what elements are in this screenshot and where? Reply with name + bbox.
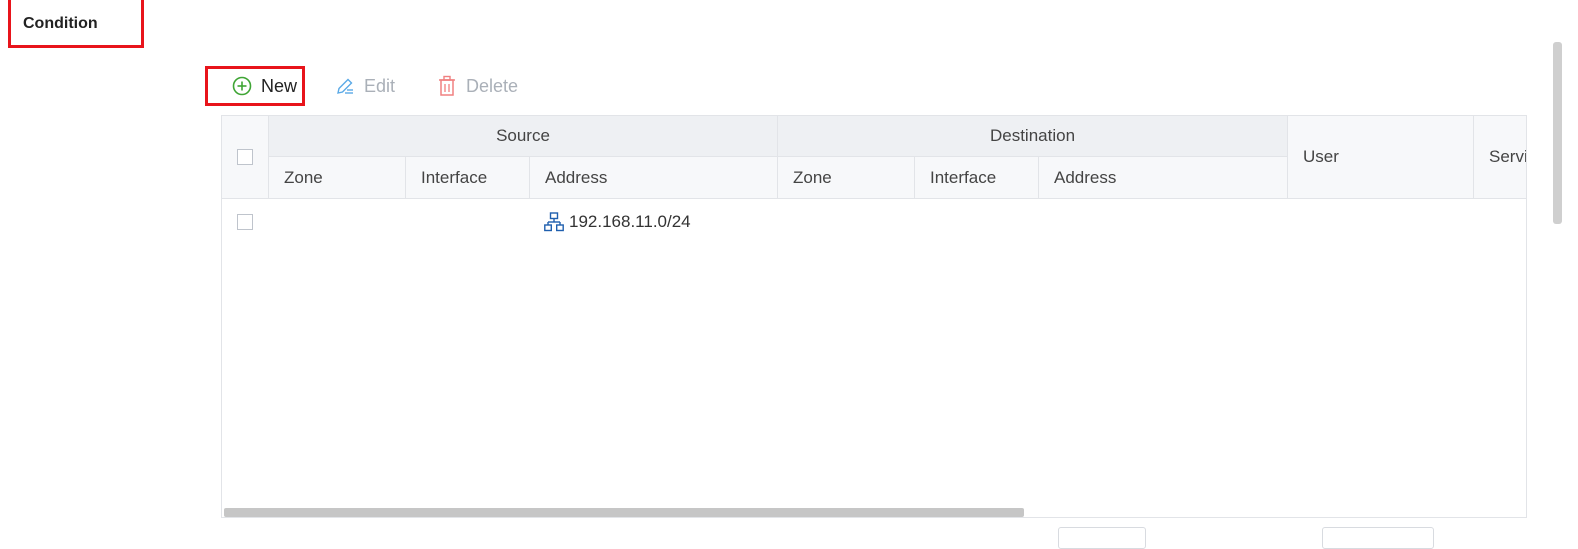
new-button-label: New (261, 75, 298, 96)
new-button[interactable]: New (205, 66, 305, 106)
condition-table: Source Destination User Service Zone Int… (221, 115, 1527, 518)
select-all-checkbox[interactable] (237, 149, 253, 165)
network-icon (544, 212, 564, 232)
row-checkbox[interactable] (237, 214, 253, 230)
header-destination-zone[interactable]: Zone (778, 157, 915, 198)
pagination-control-right[interactable] (1322, 527, 1434, 549)
trash-icon (439, 75, 455, 96)
table-header: Source Destination User Service Zone Int… (222, 116, 1526, 199)
header-source-address[interactable]: Address (530, 157, 778, 198)
header-source-zone[interactable]: Zone (269, 157, 406, 198)
header-destination-interface[interactable]: Interface (915, 157, 1039, 198)
source-address-value: 192.168.11.0/24 (569, 212, 691, 231)
section-condition-header: Condition (8, 0, 144, 48)
section-title: Condition (23, 15, 98, 32)
header-destination-address[interactable]: Address (1039, 157, 1288, 198)
edit-pencil-icon (337, 78, 353, 94)
pagination-control-left[interactable] (1058, 527, 1146, 549)
delete-button[interactable]: Delete (437, 66, 518, 106)
header-user[interactable]: User (1288, 116, 1474, 198)
header-service[interactable]: Service (1474, 116, 1526, 198)
edit-button[interactable]: Edit (335, 66, 395, 106)
header-destination-group: Destination (778, 116, 1288, 157)
header-source-group: Source (269, 116, 778, 157)
horizontal-scrollbar[interactable] (224, 508, 1024, 517)
source-address-cell: 192.168.11.0/24 (544, 212, 691, 232)
header-select-all-cell (222, 116, 269, 198)
table-row[interactable]: 192.168.11.0/24 (222, 198, 1526, 248)
header-source-interface[interactable]: Interface (406, 157, 530, 198)
delete-button-label: Delete (466, 75, 519, 96)
plus-circle-icon (232, 76, 252, 96)
vertical-scrollbar[interactable] (1553, 42, 1562, 224)
edit-button-label: Edit (364, 75, 396, 96)
